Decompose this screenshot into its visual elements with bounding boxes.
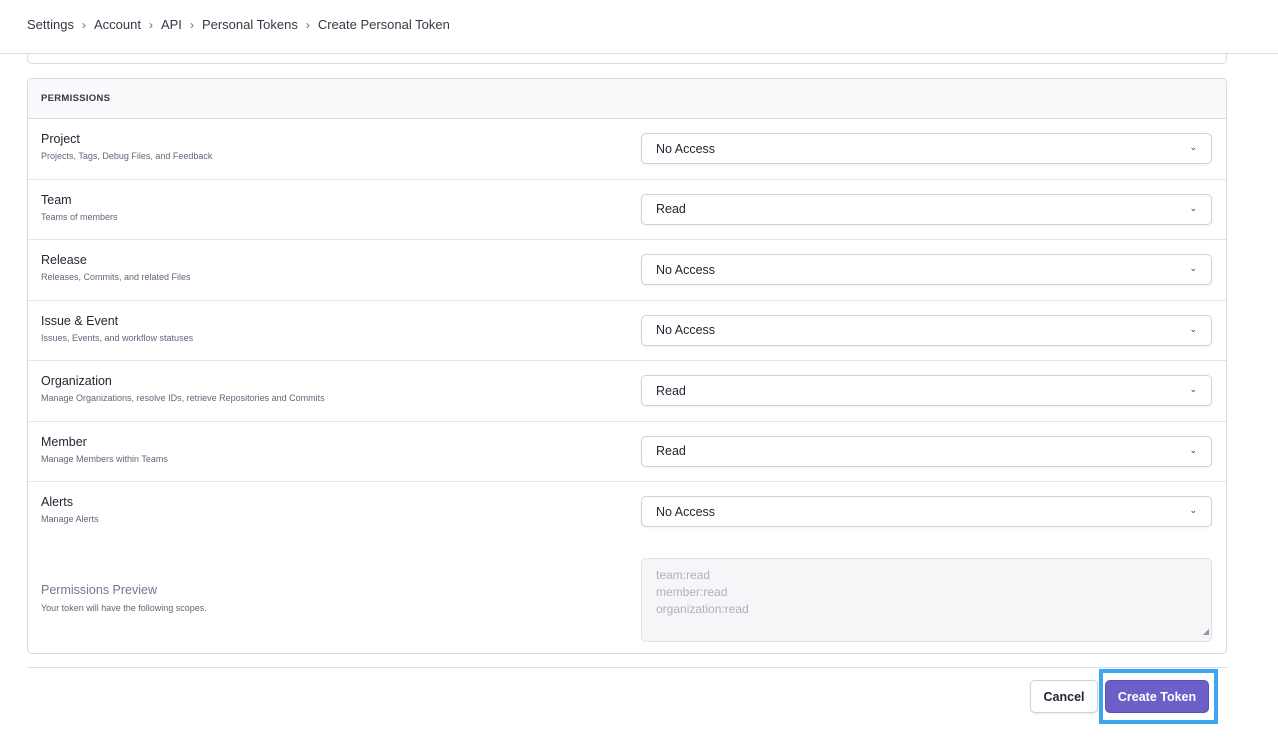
project-access-select[interactable]: No Access ⌄ <box>641 133 1212 164</box>
chevron-down-icon: ⌄ <box>1189 263 1197 273</box>
create-token-button[interactable]: Create Token <box>1105 680 1209 713</box>
permission-label: Alerts <box>41 495 73 509</box>
permission-label: Project <box>41 132 80 146</box>
breadcrumb-api[interactable]: API <box>161 17 182 32</box>
permission-row-issue-event: Issue & Event Issues, Events, and workfl… <box>28 301 1226 361</box>
permission-description: Manage Alerts <box>41 514 99 524</box>
permission-label: Release <box>41 253 87 267</box>
permission-row-team: Team Teams of members Read ⌄ <box>28 180 1226 240</box>
breadcrumb-settings[interactable]: Settings <box>27 17 74 32</box>
permission-description: Teams of members <box>41 211 118 222</box>
permission-row-alerts: Alerts Manage Alerts No Access ⌄ <box>28 482 1226 543</box>
previous-panel-edge <box>27 53 1227 64</box>
breadcrumb: Settings › Account › API › Personal Toke… <box>27 17 450 32</box>
team-access-select[interactable]: Read ⌄ <box>641 193 1212 225</box>
chevron-right-icon: › <box>189 17 194 32</box>
member-access-select[interactable]: Read ⌄ <box>641 435 1212 467</box>
permission-description: Releases, Commits, and related Files <box>41 272 191 282</box>
permission-description: Issues, Events, and workflow statuses <box>41 332 194 343</box>
scope-line: team:read <box>656 567 711 582</box>
chevron-down-icon: ⌄ <box>1189 323 1197 334</box>
permissions-panel: PERMISSIONS Project Projects, Tags, Debu… <box>27 78 1227 654</box>
chevron-down-icon: ⌄ <box>1189 384 1197 394</box>
breadcrumb-account[interactable]: Account <box>94 17 141 32</box>
scope-line: member:read <box>656 584 728 599</box>
issue-event-access-select[interactable]: No Access ⌄ <box>641 314 1212 346</box>
permission-description: Projects, Tags, Debug Files, and Feedbac… <box>41 151 213 161</box>
scope-line: organization:read <box>656 601 749 616</box>
permission-row-release: Release Releases, Commits, and related F… <box>28 240 1226 301</box>
permissions-preview-row: Permissions Preview Your token will have… <box>28 543 1226 653</box>
permission-row-project: Project Projects, Tags, Debug Files, and… <box>28 119 1226 180</box>
permission-description: Manage Organizations, resolve IDs, retri… <box>41 393 325 403</box>
breadcrumb-personal-tokens[interactable]: Personal Tokens <box>202 17 298 32</box>
alerts-access-select[interactable]: No Access ⌄ <box>641 496 1212 527</box>
select-value: Read <box>656 383 686 398</box>
select-value: No Access <box>656 504 716 519</box>
chevron-right-icon: › <box>81 17 86 32</box>
permission-label: Issue & Event <box>41 313 119 328</box>
permission-label: Organization <box>41 374 112 388</box>
permission-row-organization: Organization Manage Organizations, resol… <box>28 361 1226 422</box>
chevron-right-icon: › <box>305 17 310 32</box>
chevron-down-icon: ⌄ <box>1189 142 1197 152</box>
resize-grip-icon[interactable]: ◢ <box>1203 623 1209 640</box>
chevron-down-icon: ⌄ <box>1189 505 1197 515</box>
preview-label: Permissions Preview <box>41 582 158 597</box>
permissions-preview-textarea[interactable]: team:read member:read organization:read … <box>641 557 1212 642</box>
footer-divider <box>27 667 1227 668</box>
cancel-button[interactable]: Cancel <box>1030 680 1098 713</box>
release-access-select[interactable]: No Access ⌄ <box>641 254 1212 285</box>
chevron-down-icon: ⌄ <box>1189 444 1197 455</box>
chevron-down-icon: ⌄ <box>1189 202 1197 213</box>
permission-label: Team <box>41 192 72 207</box>
permission-label: Member <box>41 434 87 449</box>
select-value: Read <box>656 202 686 216</box>
permissions-header: PERMISSIONS <box>28 79 1226 119</box>
select-value: Read <box>656 444 686 458</box>
preview-description: Your token will have the following scope… <box>41 602 207 613</box>
permission-description: Manage Members within Teams <box>41 453 168 464</box>
select-value: No Access <box>656 141 716 156</box>
organization-access-select[interactable]: Read ⌄ <box>641 375 1212 406</box>
select-value: No Access <box>656 262 716 277</box>
select-value: No Access <box>656 323 716 337</box>
permission-row-member: Member Manage Members within Teams Read … <box>28 422 1226 482</box>
breadcrumb-current: Create Personal Token <box>317 17 450 32</box>
chevron-right-icon: › <box>148 17 153 32</box>
